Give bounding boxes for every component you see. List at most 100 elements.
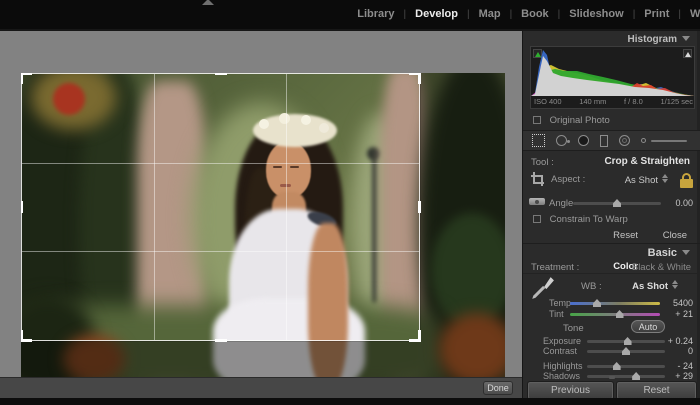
- stepper-icon: [662, 174, 668, 183]
- temp-slider-label: Temp: [549, 298, 572, 308]
- nav-separator: |: [678, 8, 681, 20]
- exif-aperture: f / 8.0: [624, 97, 643, 106]
- chevron-down-icon: [682, 36, 690, 41]
- tone-label: Tone: [563, 323, 584, 334]
- crop-handle-left[interactable]: [21, 201, 23, 213]
- stepper-icon: [672, 280, 678, 289]
- angle-slider[interactable]: [573, 199, 661, 207]
- chevron-down-icon: [682, 250, 690, 255]
- done-button[interactable]: Done: [483, 381, 513, 395]
- tone-row: Tone Auto: [523, 320, 700, 336]
- tint-slider-label: Tint: [549, 309, 564, 319]
- graduated-filter-icon[interactable]: [600, 134, 608, 147]
- crop-dim-right: [420, 73, 505, 377]
- aspect-label: Aspect :: [551, 174, 586, 185]
- nav-separator: |: [509, 8, 513, 20]
- exif-iso: ISO 400: [534, 97, 562, 106]
- histogram-graph: [531, 50, 694, 96]
- crop-rectangle[interactable]: [21, 73, 421, 342]
- highlights-slider-thumb[interactable]: [612, 362, 621, 370]
- tint-slider[interactable]: [570, 310, 660, 318]
- panel-nub[interactable]: [609, 376, 615, 379]
- filmstrip-strip: [0, 398, 700, 405]
- nav-web[interactable]: Web: [690, 8, 700, 20]
- photo-preview[interactable]: [21, 73, 505, 377]
- crop-tool-icon[interactable]: [531, 172, 544, 188]
- angle-slider-thumb[interactable]: [613, 199, 621, 207]
- treatment-bw-button[interactable]: Black & White: [632, 262, 691, 273]
- exif-shutter: 1/125 sec: [660, 97, 693, 106]
- crop-handle-bottom-right[interactable]: [409, 330, 421, 342]
- module-picker-bar: Library | Develop | Map | Book | Slideshow | …: [0, 0, 700, 31]
- panel-collapse-arrow-icon[interactable]: [202, 0, 214, 5]
- histogram-header[interactable]: Histogram: [628, 34, 690, 45]
- original-photo-label: Original Photo: [549, 115, 610, 126]
- temp-slider[interactable]: [570, 299, 660, 307]
- nav-slideshow[interactable]: Slideshow: [569, 8, 623, 20]
- crop-handle-top[interactable]: [214, 73, 227, 75]
- crop-grid-line: [286, 74, 288, 340]
- shadows-slider-thumb[interactable]: [632, 372, 641, 380]
- nav-separator: |: [403, 8, 407, 20]
- constrain-label: Constrain To Warp: [549, 214, 628, 225]
- contrast-slider[interactable]: [587, 347, 665, 355]
- right-panel: Histogram ISO 400 140 mm f / 8.0 1/125 s…: [522, 31, 700, 400]
- red-eye-icon[interactable]: [578, 135, 589, 146]
- tool-label: Tool :: [531, 157, 554, 168]
- exif-focal: 140 mm: [579, 97, 607, 106]
- crop-handle-top-left[interactable]: [21, 73, 32, 84]
- crop-handle-bottom[interactable]: [214, 339, 227, 342]
- nav-library[interactable]: Library: [357, 8, 394, 20]
- highlights-slider[interactable]: [587, 362, 665, 370]
- nav-print[interactable]: Print: [644, 8, 669, 20]
- crop-grid-line: [22, 162, 419, 164]
- contrast-slider-label: Contrast: [543, 346, 578, 356]
- crop-handle-right[interactable]: [418, 201, 421, 213]
- shadows-slider-label: Shadows: [543, 371, 581, 381]
- contrast-slider-thumb[interactable]: [622, 347, 630, 355]
- reset-button[interactable]: Reset: [616, 381, 697, 400]
- radial-filter-icon[interactable]: [619, 135, 630, 146]
- spot-removal-icon[interactable]: [556, 135, 570, 146]
- nav-map[interactable]: Map: [479, 8, 501, 20]
- nav-separator: |: [466, 8, 470, 20]
- auto-button[interactable]: Auto: [631, 320, 665, 333]
- exposure-slider[interactable]: [587, 337, 665, 345]
- shadows-slider[interactable]: [587, 372, 665, 380]
- treatment-label: Treatment :: [531, 262, 580, 273]
- adjustment-brush-icon[interactable]: [641, 135, 687, 146]
- tool-strip: [523, 130, 700, 151]
- crop-reset-button[interactable]: Reset: [613, 230, 638, 241]
- crop-handle-top-right[interactable]: [409, 73, 421, 84]
- exposure-slider-thumb[interactable]: [623, 337, 632, 345]
- module-picker: Library | Develop | Map | Book | Slideshow | …: [357, 8, 700, 20]
- original-photo-checkbox[interactable]: [533, 116, 541, 124]
- wb-select[interactable]: As Shot: [632, 280, 678, 292]
- constrain-to-warp-toggle[interactable]: Constrain To Warp: [533, 214, 628, 225]
- crop-close-button[interactable]: Close: [663, 230, 687, 241]
- original-photo-toggle[interactable]: Original Photo: [533, 115, 610, 126]
- wb-label: WB :: [581, 281, 602, 292]
- exif-info: ISO 400 140 mm f / 8.0 1/125 sec: [534, 97, 693, 106]
- nav-develop[interactable]: Develop: [415, 8, 458, 20]
- contrast-slider-value: 0: [687, 346, 693, 356]
- previous-button[interactable]: Previous: [527, 381, 614, 400]
- basic-header[interactable]: Basic: [648, 247, 690, 259]
- canvas-toolbar: Done: [0, 377, 522, 398]
- constrain-checkbox[interactable]: [533, 215, 541, 223]
- nav-separator: |: [557, 8, 561, 20]
- crop-overlay-icon[interactable]: [532, 134, 545, 147]
- aspect-lock-icon[interactable]: [680, 173, 693, 188]
- temp-slider-thumb[interactable]: [593, 299, 601, 307]
- tint-slider-thumb[interactable]: [615, 310, 624, 318]
- crop-handle-bottom-left[interactable]: [21, 330, 32, 342]
- tool-value: Crop & Straighten: [604, 156, 690, 167]
- develop-canvas: [0, 31, 522, 377]
- nav-book[interactable]: Book: [521, 8, 549, 20]
- angle-value: 0.00: [675, 198, 693, 208]
- temp-slider-value: 5400: [672, 298, 693, 308]
- nav-separator: |: [632, 8, 636, 20]
- histogram-box[interactable]: ISO 400 140 mm f / 8.0 1/125 sec: [530, 46, 695, 109]
- aspect-select[interactable]: As Shot: [625, 174, 668, 186]
- shadows-slider-value: + 29: [675, 371, 693, 381]
